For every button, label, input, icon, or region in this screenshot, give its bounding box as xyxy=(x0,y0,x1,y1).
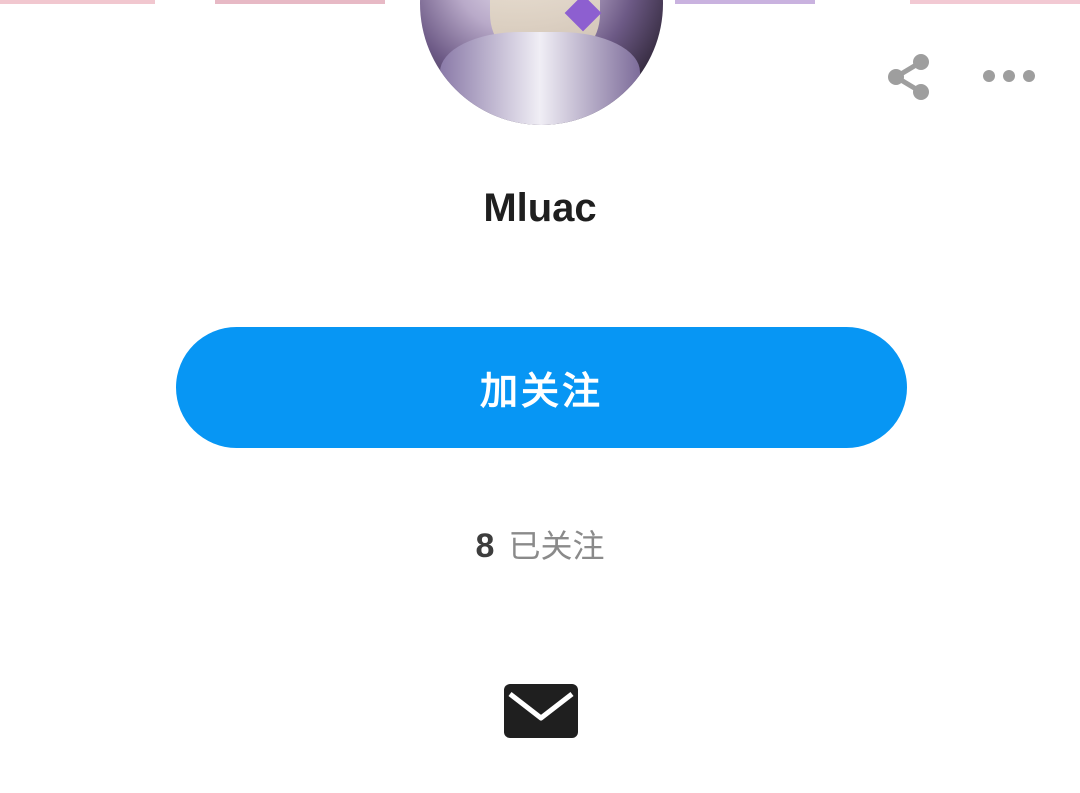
following-stat[interactable]: 8 已关注 xyxy=(0,522,1080,570)
share-button[interactable] xyxy=(880,48,938,106)
following-count: 8 xyxy=(475,527,495,565)
following-label: 已关注 xyxy=(508,527,605,565)
message-button[interactable] xyxy=(500,680,582,742)
avatar[interactable] xyxy=(420,0,663,125)
profile-page: Mluac 加关注 8 已关注 xyxy=(0,0,1080,793)
more-horizontal-icon xyxy=(983,70,1035,82)
avatar-coat xyxy=(440,32,640,125)
username: Mluac xyxy=(483,186,597,230)
envelope-icon xyxy=(504,684,578,738)
follow-button[interactable]: 加关注 xyxy=(176,327,907,448)
share-icon xyxy=(888,54,929,100)
more-options-button[interactable] xyxy=(976,56,1042,96)
